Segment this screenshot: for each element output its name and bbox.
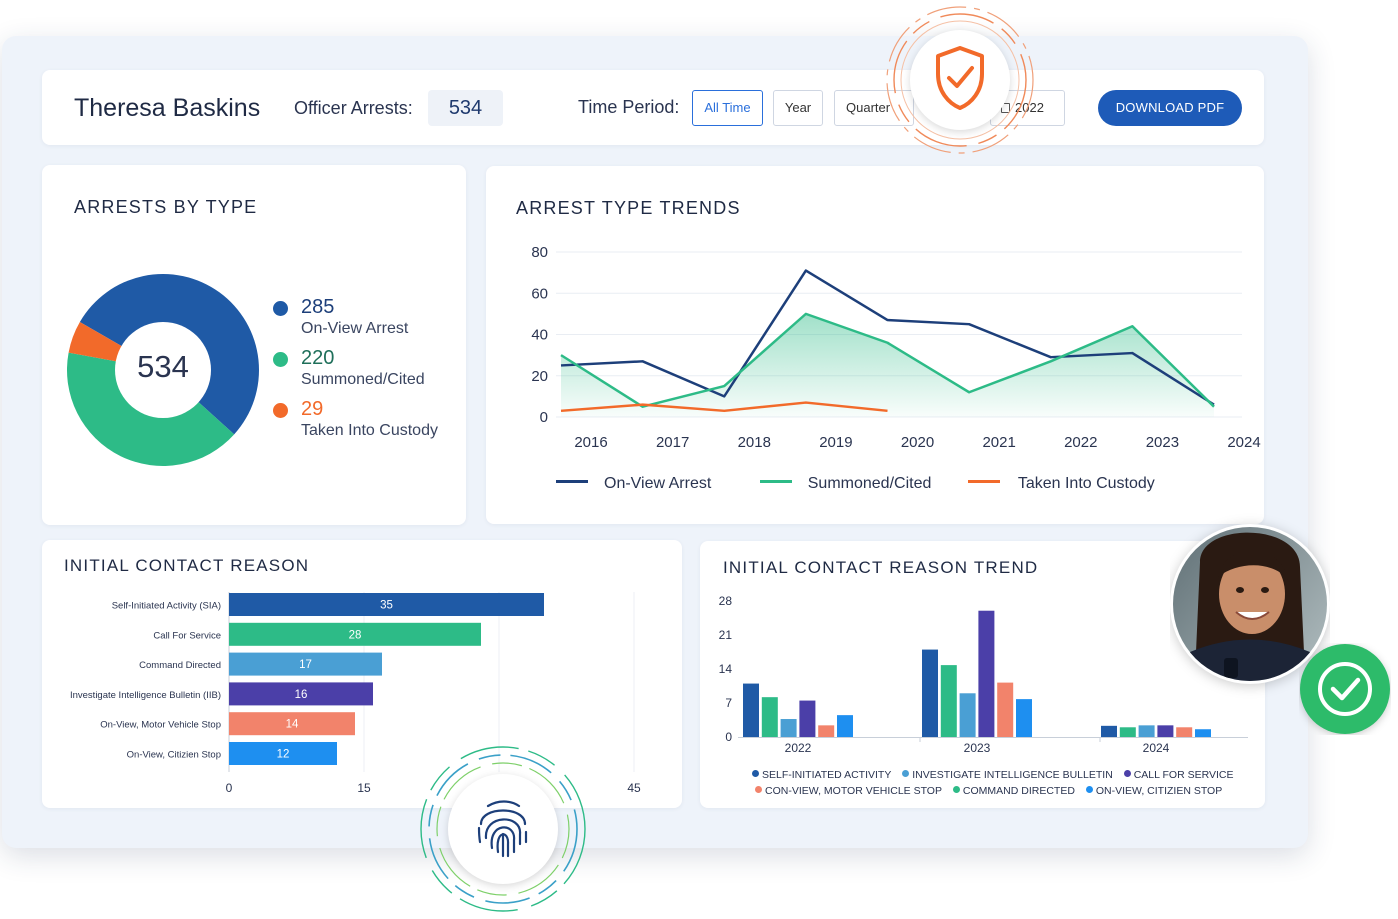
period-year-button[interactable]: Year xyxy=(773,90,823,126)
bar xyxy=(940,665,957,737)
bar xyxy=(818,725,835,737)
x-tick-label: 2022 xyxy=(1064,434,1097,451)
download-pdf-button[interactable]: DOWNLOAD PDF xyxy=(1098,90,1242,126)
x-tick-label: 2021 xyxy=(982,434,1015,451)
arrests-value: 534 xyxy=(428,90,503,126)
legend-dot-on-view xyxy=(273,301,288,316)
bar xyxy=(1157,725,1174,737)
summoned-count: 220 xyxy=(301,347,335,369)
x-tick-label: 2024 xyxy=(1143,741,1170,755)
x-tick-label: 2018 xyxy=(738,434,771,451)
y-tick-label: 0 xyxy=(725,730,732,744)
summoned-label: Summoned/Cited xyxy=(301,371,425,388)
x-tick-label: 2020 xyxy=(901,434,934,451)
bar-value-label: 12 xyxy=(277,749,290,761)
donut-total: 534 xyxy=(137,349,189,384)
custody-count: 29 xyxy=(301,398,324,420)
bar xyxy=(761,697,778,737)
x-tick-label: 2017 xyxy=(656,434,689,451)
trend-legend: On-View Arrest Summoned/Cited Taken Into… xyxy=(556,475,1155,493)
x-tick-label: 2019 xyxy=(819,434,852,451)
bar xyxy=(1195,729,1211,737)
on-view-label: On-View Arrest xyxy=(301,320,409,337)
bar xyxy=(1138,725,1155,737)
header-bar: Theresa Baskins Officer Arrests: 534 Tim… xyxy=(42,70,1264,145)
y-tick-label: 40 xyxy=(531,327,548,344)
bar xyxy=(978,610,995,737)
bar-value-label: 16 xyxy=(295,689,308,701)
bar xyxy=(1119,727,1136,737)
legend-motor-vehicle: CON-VIEW, MOTOR VEHICLE STOP xyxy=(765,785,942,797)
x-tick-label: 2023 xyxy=(964,741,991,755)
bar xyxy=(1176,727,1193,737)
on-view-count: 285 xyxy=(301,296,335,318)
legend-call-for-service: CALL FOR SERVICE xyxy=(1133,769,1234,781)
y-tick-label: 14 xyxy=(719,662,733,676)
x-tick-label: 45 xyxy=(627,781,641,795)
y-tick-label: 21 xyxy=(719,628,733,642)
category-label: Command Directed xyxy=(139,660,221,671)
custody-label: Taken Into Custody xyxy=(301,422,438,439)
legend-citizen-stop: ON-VIEW, CITIZIEN STOP xyxy=(1095,785,1223,797)
legend-swatch-on-view xyxy=(556,480,588,483)
bar-value-label: 14 xyxy=(286,719,299,731)
legend-dot-custody xyxy=(273,403,288,418)
bar xyxy=(997,682,1014,737)
bar-value-label: 17 xyxy=(299,659,312,671)
x-tick-label: 0 xyxy=(226,781,233,795)
x-tick-label: 2024 xyxy=(1227,434,1260,451)
y-tick-label: 60 xyxy=(531,285,548,302)
bar-value-label: 35 xyxy=(380,600,393,612)
arrest-trends-line-chart: 0 20 40 60 80 2016 2017 2018 2019 2020 2021 2022 202… xyxy=(531,244,1260,451)
y-tick-label: 28 xyxy=(719,594,733,608)
legend-intel-bulletin: INVESTIGATE INTELLIGENCE BULLETIN xyxy=(912,769,1113,781)
legend-command-directed: COMMAND DIRECTED xyxy=(962,785,1075,797)
bar xyxy=(780,719,797,737)
bar xyxy=(1016,699,1032,737)
x-tick-label: 15 xyxy=(357,781,371,795)
officer-name: Theresa Baskins xyxy=(74,94,261,122)
legend-custody: Taken Into Custody xyxy=(1017,475,1155,492)
y-tick-label: 20 xyxy=(531,368,548,385)
shield-badge xyxy=(884,4,1036,156)
fingerprint-badge xyxy=(418,744,588,914)
legend-summoned: Summoned/Cited xyxy=(807,475,932,492)
bar xyxy=(922,649,938,737)
y-tick-label: 7 xyxy=(725,696,732,710)
y-tick-label: 80 xyxy=(531,244,548,261)
bar xyxy=(1101,725,1117,737)
category-label: On-View, Motor Vehicle Stop xyxy=(100,720,221,731)
bar xyxy=(837,715,853,737)
category-label: Call For Service xyxy=(153,630,221,641)
arrests-by-type-card: ARRESTS BY TYPE 534 285 On-View Arrest 2… xyxy=(42,165,466,525)
category-label: Self-Initiated Activity (SIA) xyxy=(112,601,221,612)
legend-dot-summoned xyxy=(273,352,288,367)
legend-swatch-summoned xyxy=(759,480,792,483)
bar xyxy=(743,683,759,737)
arrests-label: Officer Arrests: xyxy=(294,98,413,118)
x-tick-label: 2022 xyxy=(785,741,812,755)
legend-swatch-custody xyxy=(967,480,1000,483)
x-tick-label: 2023 xyxy=(1146,434,1179,451)
bar xyxy=(799,700,816,737)
check-badge xyxy=(1299,643,1391,735)
trend-legend-row-1: SELF-INITIATED ACTIVITY INVESTIGATE INTE… xyxy=(752,769,1241,781)
trend-legend-row-2: CON-VIEW, MOTOR VEHICLE STOP COMMAND DIR… xyxy=(755,785,1230,797)
category-label: Investigate Intelligence Bulletin (IIB) xyxy=(70,690,221,701)
period-all-time-button[interactable]: All Time xyxy=(692,90,763,126)
arrest-type-trends-card: ARREST TYPE TRENDS 0 20 40 60 80 2016 2017 2018… xyxy=(486,166,1264,524)
x-tick-label: 2016 xyxy=(574,434,607,451)
y-tick-label: 0 xyxy=(540,409,548,426)
arrests-by-type-title: ARRESTS BY TYPE xyxy=(74,197,258,217)
category-label: On-View, Citizien Stop xyxy=(127,750,221,761)
bar xyxy=(959,693,976,737)
bar-value-label: 28 xyxy=(349,629,362,641)
legend-on-view: On-View Arrest xyxy=(604,475,712,492)
legend-self-initiated: SELF-INITIATED ACTIVITY xyxy=(762,769,892,781)
time-period-label: Time Period: xyxy=(578,97,680,117)
